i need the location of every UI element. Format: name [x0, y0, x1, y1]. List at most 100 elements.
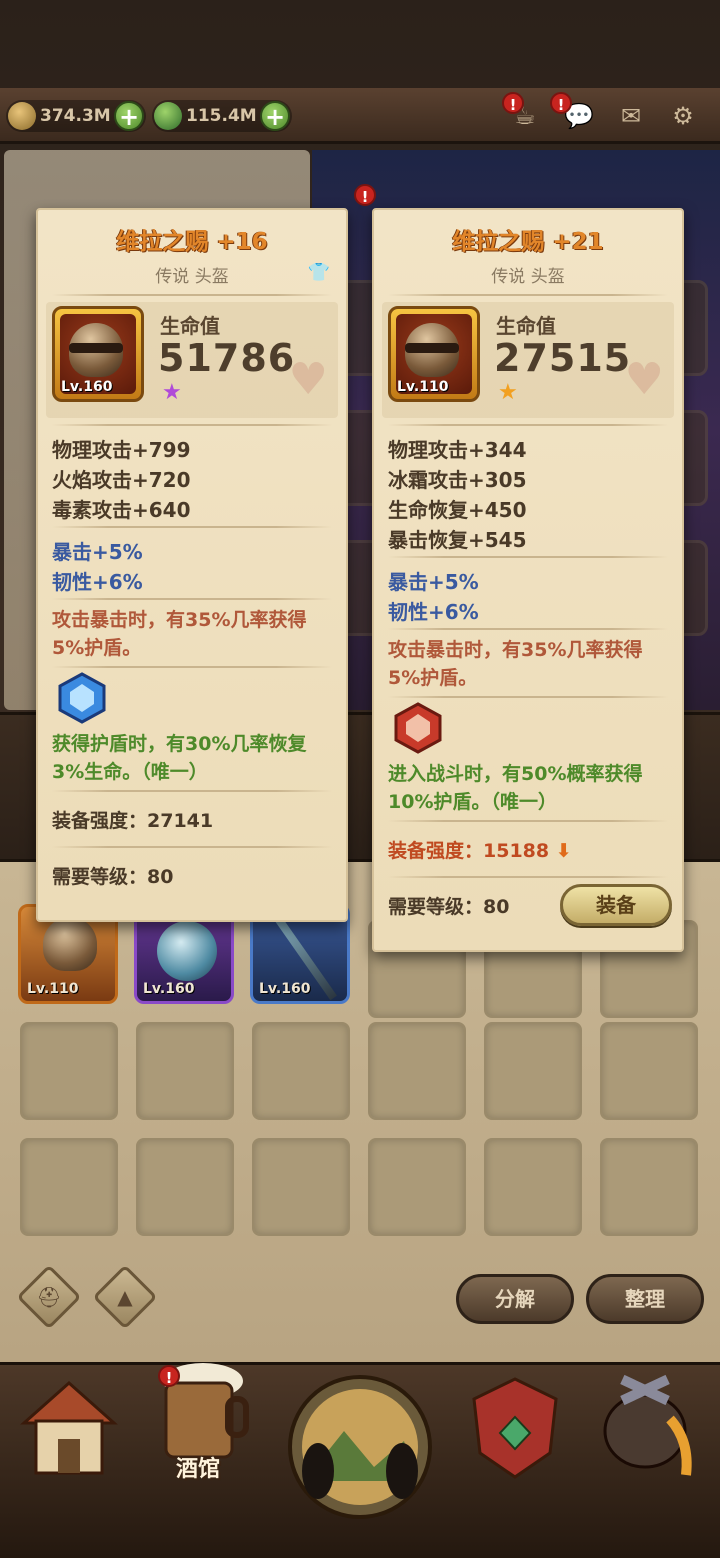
- filter-armor-button[interactable]: ▲: [92, 1264, 158, 1330]
- stat-line: 冰霜攻击+305: [388, 468, 527, 492]
- coin-icon: [8, 102, 36, 130]
- inventory-slot[interactable]: [484, 1022, 582, 1120]
- hp-value: 51786: [158, 336, 296, 380]
- nav-tavern-label: 酒馆: [176, 1457, 221, 1482]
- red-gem-icon: [392, 702, 444, 754]
- game-screen: 374.3M + 115.4M + ☕ ! 💬 ! ✉ ⚙ ! Lv.110 L…: [0, 0, 720, 1558]
- divider: [388, 628, 668, 630]
- divider: [388, 556, 668, 558]
- divider: [52, 294, 332, 296]
- top-bar: 374.3M + 115.4M + ☕ ! 💬 ! ✉ ⚙: [0, 88, 720, 144]
- stat-line: 火焰攻击+720: [52, 468, 191, 492]
- add-gold-button[interactable]: +: [114, 101, 144, 131]
- guild-crest-icon: [472, 1377, 558, 1479]
- main-stat-box: Lv.160 生命值 51786 ★ ♥: [46, 302, 338, 418]
- inventory-slot[interactable]: [136, 1022, 234, 1120]
- gear-score: 装备强度：15188 ⬇: [388, 836, 572, 863]
- crit-effect-text: 攻击暴击时，有35%几率获得5%护盾。: [52, 609, 307, 659]
- gear-score: 装备强度：27141: [52, 810, 214, 832]
- heart-icon: ♥: [288, 354, 328, 405]
- leaf-gem-icon: [154, 102, 182, 130]
- helmet-visor: [405, 343, 459, 353]
- mail-icon[interactable]: ✉: [612, 98, 650, 134]
- inventory-slot[interactable]: [368, 1138, 466, 1236]
- helmet-visor: [69, 343, 123, 353]
- inventory-slot[interactable]: [600, 1138, 698, 1236]
- item-tooltip-compare: 维拉之赐 +21 传说 头盔 Lv.110 生命值 27515 ★ ♥ 物理攻击…: [372, 208, 684, 952]
- divider: [388, 294, 668, 296]
- sub-stat-line: 韧性+6%: [388, 600, 479, 624]
- sub-stat-line: 韧性+6%: [52, 570, 143, 594]
- crit-effect-text: 攻击暴击时，有35%几率获得5%护盾。: [388, 639, 643, 689]
- inventory-slot[interactable]: [136, 1138, 234, 1236]
- item-rarity-type: 传说 头盔: [491, 267, 565, 287]
- decompose-button[interactable]: 分解: [456, 1274, 574, 1324]
- alert-badge: !: [502, 92, 524, 114]
- gear-icon[interactable]: ⚙: [664, 98, 702, 134]
- inventory-slot[interactable]: [252, 1138, 350, 1236]
- gold-counter: 374.3M +: [6, 100, 146, 132]
- nav-guild[interactable]: [460, 1373, 570, 1483]
- hp-label: 生命值: [496, 314, 556, 338]
- filter-helmet-button[interactable]: ⛑: [16, 1264, 82, 1330]
- stat-line: 生命恢复+450: [388, 498, 527, 522]
- stat-line: 暴击恢复+545: [388, 528, 527, 552]
- gem-counter: 115.4M +: [152, 100, 292, 132]
- bottom-nav: ! 酒馆: [0, 1362, 720, 1558]
- required-level: 需要等级：80: [388, 896, 510, 918]
- inventory-slot[interactable]: [484, 1138, 582, 1236]
- alert-badge: !: [354, 184, 376, 206]
- nav-home[interactable]: [14, 1375, 124, 1485]
- divider: [388, 820, 668, 822]
- sub-stat-line: 暴击+5%: [388, 570, 479, 594]
- required-level: 需要等级：80: [52, 866, 174, 888]
- inventory-slot[interactable]: [600, 1022, 698, 1120]
- item-title: 维拉之赐 +21: [452, 229, 604, 255]
- divider: [388, 876, 668, 878]
- adventure-portal-icon: [288, 1375, 432, 1519]
- divider: [388, 696, 668, 698]
- unique-effect-text: 进入战斗时，有50%概率获得10%护盾。（唯一）: [388, 763, 643, 813]
- stat-line: 毒素攻击+640: [52, 498, 191, 522]
- helmet-icon: [43, 917, 97, 971]
- item-level: Lv.160: [61, 379, 113, 395]
- down-arrow-icon: ⬇: [555, 840, 572, 862]
- orb-icon: [157, 921, 217, 981]
- inventory-slot[interactable]: [252, 1022, 350, 1120]
- item-level: Lv.160: [259, 981, 311, 997]
- item-tooltip-equipped: 维拉之赐 +16 传说 头盔 👕 Lv.160 生命值 51786 ★ ♥ 物理…: [36, 208, 348, 922]
- stat-line: 物理攻击+344: [388, 438, 527, 462]
- main-stat-box: Lv.110 生命值 27515 ★ ♥: [382, 302, 674, 418]
- item-level: Lv.110: [397, 379, 449, 395]
- divider: [52, 424, 332, 426]
- star-icon: ★: [162, 380, 182, 405]
- unique-effect-text: 获得护盾时，有30%几率恢复3%生命。（唯一）: [52, 733, 307, 783]
- divider: [52, 666, 332, 668]
- item-level: Lv.110: [27, 981, 79, 997]
- gem-amount: 115.4M: [186, 106, 257, 126]
- nav-forge[interactable]: [590, 1371, 700, 1481]
- item-icon: Lv.160: [52, 306, 144, 402]
- divider: [52, 846, 332, 848]
- item-title: 维拉之赐 +16: [116, 229, 268, 255]
- gear-score-value: 装备强度：15188: [388, 840, 550, 862]
- add-gems-button[interactable]: +: [260, 101, 290, 131]
- nav-adventure[interactable]: [284, 1371, 436, 1521]
- divider: [388, 424, 668, 426]
- sort-button[interactable]: 整理: [586, 1274, 704, 1324]
- alert-badge: !: [550, 92, 572, 114]
- equip-button[interactable]: 装备: [560, 884, 672, 926]
- item-level: Lv.160: [143, 981, 195, 997]
- star-icon: ★: [498, 380, 518, 405]
- alert-badge: !: [158, 1365, 180, 1387]
- gold-amount: 374.3M: [40, 106, 111, 126]
- blue-gem-icon: [56, 672, 108, 724]
- inventory-slot[interactable]: [20, 1138, 118, 1236]
- shirt-icon: 👕: [307, 262, 330, 283]
- inventory-slot[interactable]: [368, 1022, 466, 1120]
- house-icon: [20, 1380, 118, 1475]
- inventory-slot[interactable]: [20, 1022, 118, 1120]
- heart-icon: ♥: [624, 354, 664, 405]
- hp-value: 27515: [494, 336, 632, 380]
- stat-line: 物理攻击+799: [52, 438, 191, 462]
